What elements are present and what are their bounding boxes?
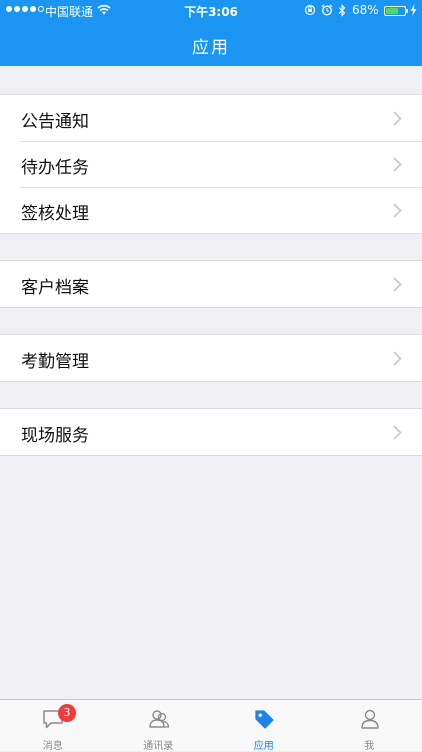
battery-nub bbox=[406, 9, 408, 13]
menu-item-attendance[interactable]: 考勤管理 bbox=[0, 335, 422, 381]
chevron-right-icon bbox=[393, 203, 402, 218]
menu-item-label: 现场服务 bbox=[21, 421, 89, 446]
menu-item-announcements[interactable]: 公告通知 bbox=[0, 95, 422, 141]
battery-icon bbox=[384, 6, 406, 16]
menu-group-2: 客户档案 bbox=[0, 260, 422, 308]
bluetooth-icon bbox=[338, 4, 346, 17]
battery-fill bbox=[386, 8, 398, 14]
menu-item-label: 公告通知 bbox=[21, 107, 89, 132]
menu-item-field-service[interactable]: 现场服务 bbox=[0, 409, 422, 455]
menu-item-label: 客户档案 bbox=[21, 273, 89, 298]
tab-me[interactable]: 我 bbox=[317, 700, 422, 751]
menu-group-4: 现场服务 bbox=[0, 408, 422, 456]
menu-item-label: 考勤管理 bbox=[21, 347, 89, 372]
tab-apps[interactable]: 应用 bbox=[211, 700, 317, 751]
menu-item-label: 签核处理 bbox=[21, 199, 89, 224]
chevron-right-icon bbox=[393, 425, 402, 440]
page-title: 应用 bbox=[0, 33, 422, 58]
contacts-icon bbox=[148, 708, 170, 730]
status-bar: 中国联通 下午3:06 68% bbox=[0, 0, 422, 22]
chevron-right-icon bbox=[393, 157, 402, 172]
orientation-lock-icon bbox=[304, 4, 316, 16]
menu-group-1: 公告通知 待办任务 签核处理 bbox=[0, 94, 422, 234]
tab-contacts[interactable]: 通讯录 bbox=[106, 700, 212, 751]
menu-item-approvals[interactable]: 签核处理 bbox=[0, 187, 422, 233]
chevron-right-icon bbox=[393, 351, 402, 366]
charging-bolt-icon bbox=[410, 4, 417, 16]
tab-messages[interactable]: 3 消息 bbox=[0, 700, 106, 751]
menu-item-label: 待办任务 bbox=[21, 153, 89, 178]
menu-item-todo-tasks[interactable]: 待办任务 bbox=[0, 141, 422, 187]
tab-bar: 3 消息 通讯录 应用 我 bbox=[0, 699, 422, 751]
battery-percent: 68% bbox=[352, 3, 379, 17]
chevron-right-icon bbox=[393, 277, 402, 292]
person-icon bbox=[359, 708, 381, 730]
tag-icon bbox=[253, 708, 275, 730]
alarm-icon bbox=[321, 4, 333, 16]
chevron-right-icon bbox=[393, 111, 402, 126]
menu-group-3: 考勤管理 bbox=[0, 334, 422, 382]
unread-badge: 3 bbox=[58, 704, 76, 722]
menu-item-customer-records[interactable]: 客户档案 bbox=[0, 261, 422, 307]
app-header: 中国联通 下午3:06 68% 应用 bbox=[0, 0, 422, 66]
